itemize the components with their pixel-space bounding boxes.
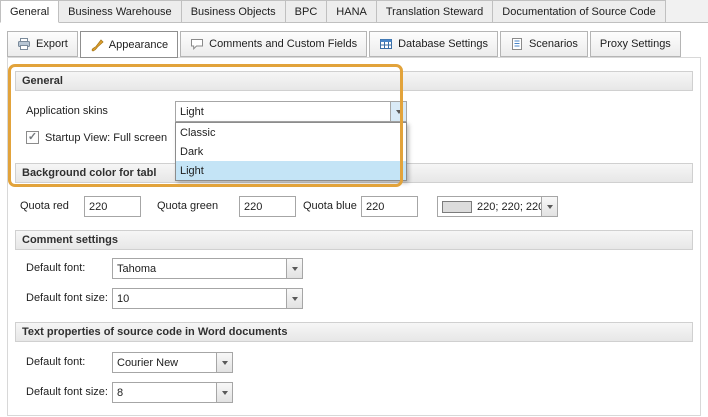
chevron-down-icon xyxy=(547,205,553,209)
main-tab-general[interactable]: General xyxy=(0,0,59,23)
dropdown-option-dark[interactable]: Dark xyxy=(176,142,406,161)
document-icon xyxy=(510,37,524,51)
word-default-font-value: Courier New xyxy=(113,357,216,369)
dropdown-button[interactable] xyxy=(286,289,302,308)
comment-default-font-size-value: 10 xyxy=(113,293,286,305)
color-swatch xyxy=(442,201,472,213)
application-skins-dropdown-list: Classic Dark Light xyxy=(175,122,407,181)
main-tab-documentation-of-source-code[interactable]: Documentation of Source Code xyxy=(493,0,665,23)
printer-icon xyxy=(17,37,31,51)
application-skins-combobox[interactable]: Light xyxy=(175,101,407,122)
tab-label: Comments and Custom Fields xyxy=(209,38,357,50)
word-default-font-size-label: Default font size: xyxy=(26,382,108,403)
chevron-down-icon xyxy=(396,110,402,114)
main-tab-label: HANA xyxy=(336,6,367,18)
dropdown-button[interactable] xyxy=(390,102,406,121)
main-tab-label: BPC xyxy=(295,6,318,18)
database-icon xyxy=(379,37,393,51)
dropdown-option-light[interactable]: Light xyxy=(176,161,406,180)
main-tab-label: Translation Steward xyxy=(386,6,483,18)
comment-default-font-value: Tahoma xyxy=(113,263,286,275)
main-tab-translation-steward[interactable]: Translation Steward xyxy=(377,0,493,23)
tab-label: Export xyxy=(36,38,68,50)
main-tab-label: Business Objects xyxy=(191,6,276,18)
background-color-picker[interactable]: 220; 220; 220 xyxy=(437,196,558,217)
word-default-font-size-value: 8 xyxy=(113,387,216,399)
group-title: General xyxy=(22,75,63,87)
paintbrush-icon xyxy=(90,38,104,52)
settings-tab-bar: Export Appearance Comments and Custom Fi… xyxy=(7,31,681,58)
tab-comments-and-custom-fields[interactable]: Comments and Custom Fields xyxy=(180,31,367,57)
application-skins-value: Light xyxy=(176,106,390,118)
tab-label: Proxy Settings xyxy=(600,38,671,50)
quota-red-label: Quota red xyxy=(20,196,69,217)
tab-label: Database Settings xyxy=(398,38,488,50)
tab-appearance[interactable]: Appearance xyxy=(80,31,178,58)
application-skins-label: Application skins xyxy=(26,101,108,122)
word-default-font-combobox[interactable]: Courier New xyxy=(112,352,233,373)
group-header-general: General xyxy=(15,71,693,91)
group-title: Text properties of source code in Word d… xyxy=(22,326,287,338)
dropdown-option-classic[interactable]: Classic xyxy=(176,123,406,142)
quota-green-input[interactable] xyxy=(239,196,296,217)
dropdown-button[interactable] xyxy=(286,259,302,278)
quota-red-input[interactable] xyxy=(84,196,141,217)
startup-view-checkbox[interactable]: ✓ Startup View: Full screen xyxy=(26,130,167,145)
checkbox-box[interactable]: ✓ xyxy=(26,131,39,144)
dropdown-button[interactable] xyxy=(216,383,232,402)
tab-label: Appearance xyxy=(109,39,168,51)
main-tab-bar: General Business Warehouse Business Obje… xyxy=(0,0,708,23)
color-picker-value: 220; 220; 220 xyxy=(477,201,541,213)
dropdown-button[interactable] xyxy=(216,353,232,372)
tab-proxy-settings[interactable]: Proxy Settings xyxy=(590,31,681,57)
comment-default-font-size-combobox[interactable]: 10 xyxy=(112,288,303,309)
comment-icon xyxy=(190,37,204,51)
group-header-word-text-properties: Text properties of source code in Word d… xyxy=(15,322,693,342)
chevron-down-icon xyxy=(222,361,228,365)
tab-label: Scenarios xyxy=(529,38,578,50)
main-tab-hana[interactable]: HANA xyxy=(327,0,377,23)
chevron-down-icon xyxy=(222,391,228,395)
chevron-down-icon xyxy=(292,267,298,271)
word-default-font-size-combobox[interactable]: 8 xyxy=(112,382,233,403)
chevron-down-icon xyxy=(292,297,298,301)
dropdown-button[interactable] xyxy=(541,197,557,216)
quota-blue-input[interactable] xyxy=(361,196,418,217)
main-tab-bpc[interactable]: BPC xyxy=(286,0,328,23)
main-tab-label: Business Warehouse xyxy=(68,6,172,18)
main-tab-label: Documentation of Source Code xyxy=(502,6,655,18)
tab-export[interactable]: Export xyxy=(7,31,78,57)
main-tab-label: General xyxy=(10,6,49,18)
word-default-font-label: Default font: xyxy=(26,352,85,373)
group-title: Background color for tabl xyxy=(22,167,156,179)
main-tab-business-warehouse[interactable]: Business Warehouse xyxy=(59,0,182,23)
tab-scenarios[interactable]: Scenarios xyxy=(500,31,588,57)
comment-default-font-label: Default font: xyxy=(26,258,85,279)
checkmark-icon: ✓ xyxy=(28,132,37,143)
comment-default-font-size-label: Default font size: xyxy=(26,288,108,309)
preferences-window: General Business Warehouse Business Obje… xyxy=(0,0,708,417)
quota-green-label: Quota green xyxy=(157,196,218,217)
comment-default-font-combobox[interactable]: Tahoma xyxy=(112,258,303,279)
quota-blue-label: Quota blue xyxy=(303,196,357,217)
startup-view-label: Startup View: Full screen xyxy=(45,132,167,144)
group-header-comment-settings: Comment settings xyxy=(15,230,693,250)
main-tab-business-objects[interactable]: Business Objects xyxy=(182,0,286,23)
tab-database-settings[interactable]: Database Settings xyxy=(369,31,498,57)
group-title: Comment settings xyxy=(22,234,118,246)
